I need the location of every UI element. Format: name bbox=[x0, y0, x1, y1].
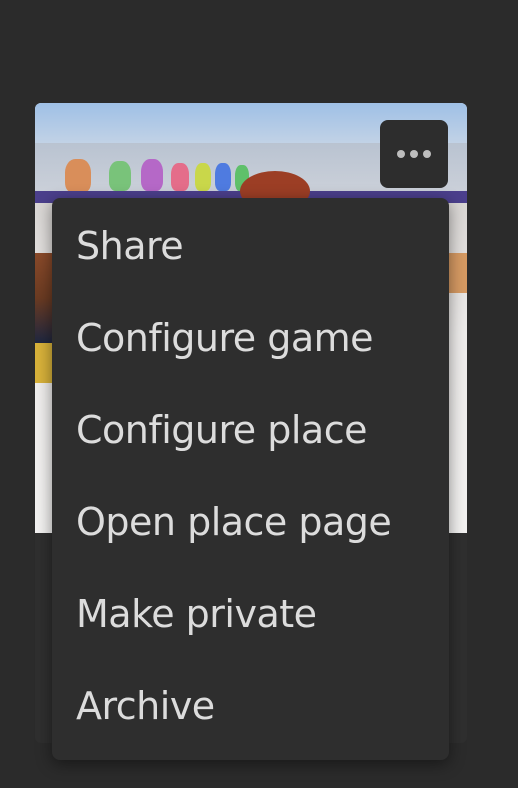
page: Share Configure game Configure place Ope… bbox=[0, 0, 518, 788]
more-horizontal-icon bbox=[397, 150, 405, 158]
thumbnail-bear bbox=[65, 159, 91, 193]
menu-item-configure-place[interactable]: Configure place bbox=[52, 384, 449, 476]
thumbnail-bear bbox=[215, 163, 231, 191]
menu-item-open-place-page[interactable]: Open place page bbox=[52, 476, 449, 568]
thumbnail-bear bbox=[195, 163, 211, 191]
menu-item-configure-game[interactable]: Configure game bbox=[52, 292, 449, 384]
menu-item-make-private[interactable]: Make private bbox=[52, 568, 449, 660]
more-horizontal-icon bbox=[423, 150, 431, 158]
thumbnail-bear bbox=[141, 159, 163, 191]
more-options-button[interactable] bbox=[380, 120, 448, 188]
menu-item-archive[interactable]: Archive bbox=[52, 660, 449, 752]
thumbnail-bear bbox=[171, 163, 189, 191]
context-menu: Share Configure game Configure place Ope… bbox=[52, 198, 449, 760]
thumbnail-figure bbox=[447, 253, 467, 293]
menu-item-share[interactable]: Share bbox=[52, 200, 449, 292]
more-horizontal-icon bbox=[410, 150, 418, 158]
thumbnail-bear bbox=[109, 161, 131, 191]
